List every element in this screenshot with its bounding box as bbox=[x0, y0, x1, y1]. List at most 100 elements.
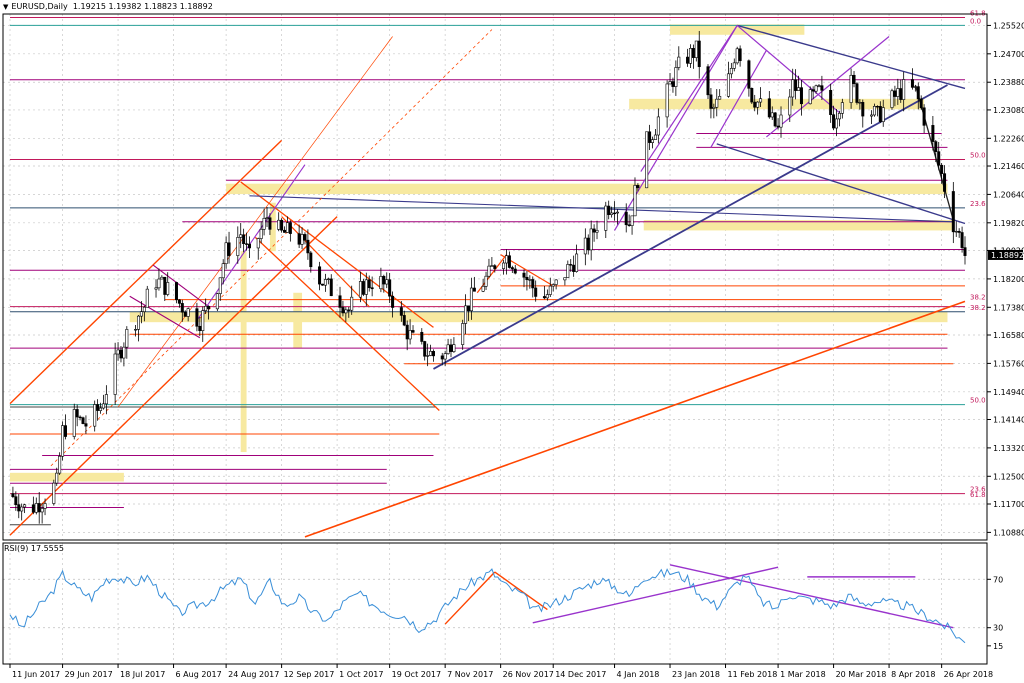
candle-body bbox=[297, 233, 301, 245]
candle-body bbox=[52, 482, 56, 504]
price-tick-label: 1.11700 bbox=[993, 500, 1024, 509]
candle-body bbox=[347, 309, 351, 311]
candle-body bbox=[686, 56, 690, 64]
price-tick-label: 1.12500 bbox=[993, 472, 1024, 481]
candle-body bbox=[604, 205, 608, 231]
candle-body bbox=[566, 264, 570, 278]
candle-body bbox=[17, 504, 21, 512]
fib-level-label: 50.0 bbox=[970, 151, 986, 159]
candle-body bbox=[215, 293, 219, 310]
candle-body bbox=[817, 85, 821, 87]
price-tick-label: 1.23080 bbox=[993, 106, 1024, 115]
candle-body bbox=[534, 287, 538, 297]
candle-body bbox=[440, 355, 444, 360]
candle-body bbox=[829, 89, 833, 115]
candle-body bbox=[902, 79, 906, 100]
candle-body bbox=[691, 48, 695, 58]
candle-body bbox=[160, 276, 164, 280]
candle-body bbox=[224, 242, 228, 265]
candle-body bbox=[665, 83, 669, 118]
candle-body bbox=[484, 275, 488, 287]
price-tick-label: 1.17380 bbox=[993, 303, 1024, 312]
candle-body bbox=[551, 284, 555, 287]
price-pane-border bbox=[2, 13, 988, 541]
candle-body bbox=[423, 341, 427, 357]
candle-body bbox=[630, 215, 634, 226]
price-zone bbox=[293, 292, 303, 349]
fib-level-label: 0.0 bbox=[970, 17, 981, 25]
candle-body bbox=[180, 303, 184, 313]
candle-body bbox=[139, 311, 143, 317]
candle-body bbox=[706, 66, 710, 96]
candle-body bbox=[446, 344, 450, 354]
ohlc-values: 1.19215 1.19382 1.18823 1.18892 bbox=[72, 2, 213, 11]
date-tick-label: 8 Apr 2018 bbox=[891, 670, 935, 679]
date-tick-label: 6 Aug 2017 bbox=[176, 670, 222, 679]
candle-body bbox=[656, 116, 660, 136]
candle-body bbox=[545, 294, 549, 299]
candle-body bbox=[14, 496, 18, 505]
candle-body bbox=[893, 90, 897, 97]
date-tick-label: 24 Aug 2017 bbox=[228, 670, 279, 679]
candle-body bbox=[738, 48, 742, 62]
candle-body bbox=[548, 285, 552, 295]
candle-body bbox=[487, 265, 491, 277]
rsi-tick-label: 15 bbox=[993, 642, 1003, 651]
candle-body bbox=[329, 278, 333, 297]
candle-body bbox=[245, 243, 249, 245]
candle-body bbox=[204, 305, 208, 311]
candle-body bbox=[943, 173, 947, 192]
fib-level-label: 38.2 bbox=[970, 293, 986, 301]
candle-body bbox=[715, 98, 719, 108]
candle-body bbox=[875, 106, 879, 108]
price-tick-label: 1.13320 bbox=[993, 444, 1024, 453]
candle-body bbox=[411, 330, 415, 333]
candle-body bbox=[239, 234, 243, 238]
candle-body bbox=[510, 267, 514, 270]
candle-body bbox=[481, 286, 485, 292]
candle-body bbox=[674, 67, 678, 87]
candle-body bbox=[531, 279, 535, 289]
candle-body bbox=[607, 205, 611, 215]
candle-body bbox=[811, 89, 815, 92]
support-resistance-zones bbox=[10, 24, 954, 482]
candle-body bbox=[195, 308, 199, 327]
candle-body bbox=[779, 114, 783, 128]
candle-body bbox=[137, 315, 141, 330]
trend-line bbox=[766, 36, 890, 138]
candle-body bbox=[799, 87, 803, 105]
candle-body bbox=[323, 279, 327, 286]
candle-body bbox=[791, 79, 795, 98]
candle-body bbox=[849, 74, 853, 103]
candle-body bbox=[776, 125, 780, 128]
candle-body bbox=[671, 81, 675, 87]
candle-body bbox=[31, 504, 35, 513]
candle-body bbox=[469, 287, 473, 312]
candle-body bbox=[542, 296, 546, 299]
trend-line bbox=[254, 236, 440, 411]
candle-body bbox=[367, 279, 371, 289]
candle-body bbox=[913, 86, 917, 88]
price-tick-label: 1.18200 bbox=[993, 275, 1024, 284]
candle-body bbox=[43, 503, 47, 509]
date-tick-label: 23 Jan 2018 bbox=[672, 670, 720, 679]
fib-level-label: 61.8 bbox=[970, 491, 986, 499]
candle-body bbox=[592, 228, 596, 233]
date-tick-label: 20 Mar 2018 bbox=[836, 670, 887, 679]
candle-body bbox=[922, 107, 926, 126]
candle-body bbox=[773, 112, 777, 127]
candle-body bbox=[236, 237, 240, 256]
candle-body bbox=[391, 295, 395, 308]
candle-body bbox=[259, 228, 263, 239]
candle-body bbox=[504, 255, 508, 264]
price-tick-label: 1.14140 bbox=[993, 415, 1024, 424]
candle-body bbox=[569, 264, 573, 266]
candle-body bbox=[84, 423, 88, 427]
candle-body bbox=[735, 48, 739, 64]
candle-body bbox=[890, 90, 894, 108]
candle-body bbox=[507, 255, 511, 268]
candle-body bbox=[636, 185, 640, 189]
candle-body bbox=[262, 217, 266, 230]
candle-body bbox=[163, 276, 167, 295]
candle-body bbox=[583, 237, 587, 255]
